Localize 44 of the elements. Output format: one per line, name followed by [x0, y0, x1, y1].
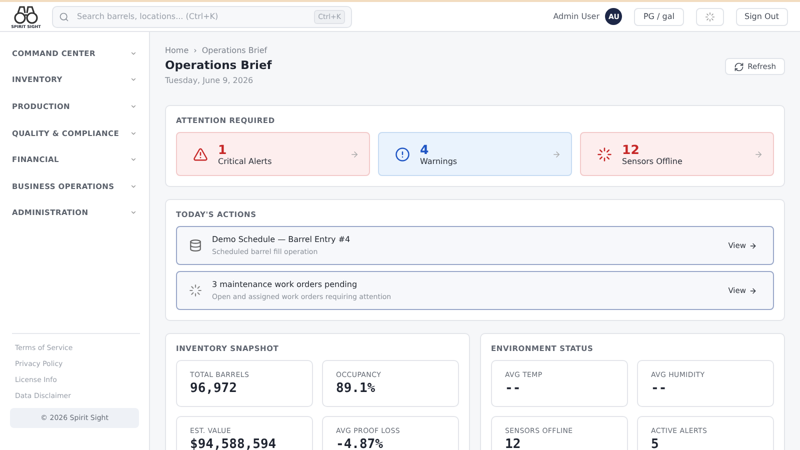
caret-icon: [130, 156, 137, 164]
action-title: 3 maintenance work orders pending: [212, 280, 358, 289]
stat-value: 12: [505, 437, 522, 450]
database-icon: [189, 239, 202, 252]
page-title: Operations Brief: [165, 58, 272, 72]
caret-icon: [130, 209, 137, 216]
caret-icon: [130, 50, 137, 57]
binoculars-icon: [14, 4, 38, 24]
stat-value: --: [651, 381, 668, 396]
breadcrumb-link[interactable]: Home: [165, 46, 189, 55]
spinner-icon: [597, 146, 612, 162]
breadcrumb-separator: ›: [194, 46, 197, 55]
warning-triangle-icon: [193, 146, 208, 162]
caret-icon: [130, 182, 137, 190]
stat-value: --: [505, 381, 522, 396]
breadcrumb-current: Operations Brief: [202, 46, 268, 55]
unit-button[interactable]: PG / gal: [634, 8, 684, 26]
alert-card[interactable]: 1 Critical Alerts: [176, 132, 370, 176]
page-date: Tuesday, June 9, 2026: [165, 76, 254, 85]
arrow-icon: [749, 286, 757, 294]
stat-value: 89.1%: [336, 381, 376, 396]
alert-card[interactable]: 12 Sensors Offline: [580, 132, 774, 176]
action-title: Demo Schedule — Barrel Entry #4: [212, 235, 352, 244]
arrow-icon: [749, 242, 757, 250]
spinner-icon: [704, 12, 714, 22]
stat-value: 96,972: [190, 381, 238, 396]
stat-value: 5: [651, 437, 660, 450]
sign-out-button[interactable]: Sign Out: [736, 8, 788, 26]
search-icon: [59, 12, 69, 22]
arrow-icon: [350, 150, 359, 158]
stat-value: $94,588,594: [190, 437, 278, 450]
stat-value: -4.87%: [336, 437, 384, 450]
caret-icon: [130, 130, 137, 137]
exclamation-circle-icon: [395, 146, 410, 162]
alert-card[interactable]: 4 Warnings: [378, 132, 572, 176]
caret-icon: [130, 76, 137, 84]
spinner-icon: [189, 284, 202, 297]
user-name: Admin User: [553, 12, 600, 21]
caret-icon: [130, 102, 137, 110]
arrow-icon: [552, 150, 561, 158]
loading-button[interactable]: [696, 8, 724, 26]
search-input[interactable]: Search barrels, locations... (Ctrl+K): [75, 11, 308, 22]
refresh-icon: [734, 62, 744, 72]
arrow-icon: [754, 150, 763, 158]
